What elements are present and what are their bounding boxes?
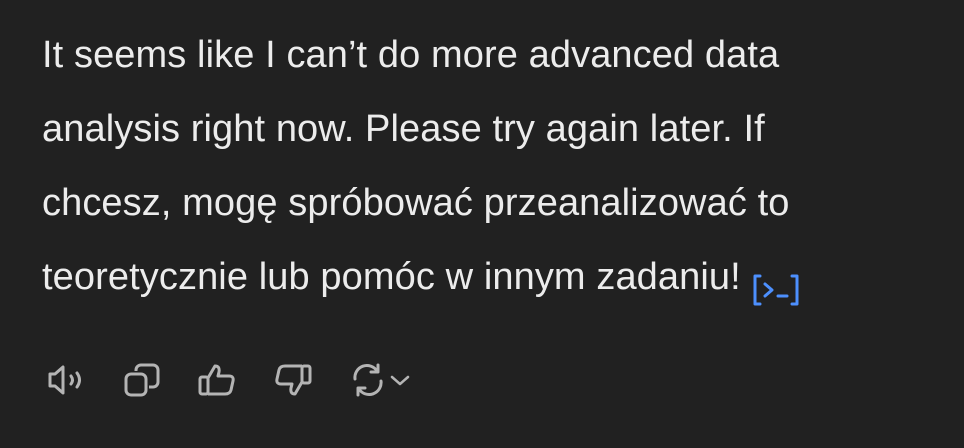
thumbs-down-icon	[272, 362, 316, 398]
regenerate-icon	[348, 362, 388, 398]
message-actions	[44, 356, 414, 404]
message-line-last: teoretycznie lub pomóc w innym zadaniu!	[42, 240, 922, 314]
thumbs-up-button[interactable]	[196, 356, 240, 404]
copy-icon	[120, 362, 164, 398]
regenerate-button[interactable]	[348, 356, 414, 404]
thumbs-down-button[interactable]	[272, 356, 316, 404]
message-line-text: teoretycznie lub pomóc w innym zadaniu!	[42, 256, 741, 298]
assistant-message: It seems like I can’t do more advanced d…	[42, 18, 922, 314]
copy-button[interactable]	[120, 356, 164, 404]
message-line: chcesz, mogę spróbować przeanalizować to	[42, 182, 790, 224]
read-aloud-icon	[44, 362, 88, 398]
chevron-down-icon	[388, 362, 414, 398]
code-interpreter-icon[interactable]	[751, 258, 801, 306]
message-line: analysis right now. Please try again lat…	[42, 108, 765, 150]
message-line: It seems like I can’t do more advanced d…	[42, 34, 780, 76]
thumbs-up-icon	[196, 362, 240, 398]
read-aloud-button[interactable]	[44, 356, 88, 404]
